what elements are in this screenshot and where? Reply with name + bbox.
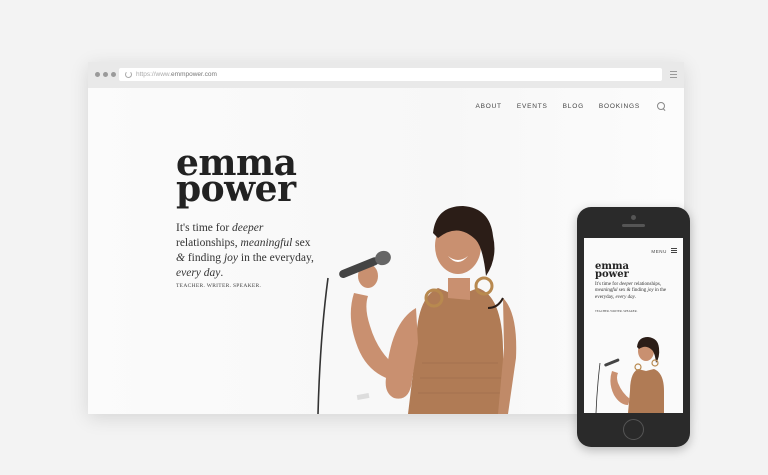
mobile-menu-button[interactable]: MENU xyxy=(651,248,677,255)
nav-blog[interactable]: BLOG xyxy=(563,103,584,110)
mobile-logo-line-2: power xyxy=(595,268,629,280)
mobile-roles: TEACHER. WRITER. SPEAKER. xyxy=(595,309,638,313)
camera-icon xyxy=(631,215,636,220)
hamburger-icon xyxy=(671,248,677,255)
speaker-photo xyxy=(317,206,517,414)
hero-roles: TEACHER. WRITER. SPEAKER. xyxy=(176,283,262,289)
nav-bookings[interactable]: BOOKINGS xyxy=(599,103,640,110)
menu-lines-icon[interactable] xyxy=(670,71,677,79)
url-text: https://www.emmpower.com xyxy=(136,71,217,78)
search-icon[interactable] xyxy=(657,102,666,111)
site-logo[interactable]: emma power xyxy=(176,145,297,210)
phone-speaker xyxy=(622,224,645,227)
mobile-tagline: It's time for deeper relationships, mean… xyxy=(595,282,667,300)
reload-icon[interactable] xyxy=(125,71,132,78)
nav-about[interactable]: ABOUT xyxy=(475,103,501,110)
mobile-phone-mockup: MENU emma power It's time for deeper rel… xyxy=(577,207,690,447)
home-button-icon[interactable] xyxy=(623,419,644,440)
logo-line-2: power xyxy=(176,168,296,210)
mobile-menu-label: MENU xyxy=(651,248,667,254)
address-bar[interactable]: https://www.emmpower.com xyxy=(119,68,662,81)
browser-dots-icon xyxy=(95,72,116,77)
mobile-speaker-photo xyxy=(595,337,664,413)
nav-events[interactable]: EVENTS xyxy=(517,103,548,110)
main-nav: ABOUT EVENTS BLOG BOOKINGS xyxy=(475,102,666,111)
mobile-logo[interactable]: emma power xyxy=(595,262,629,280)
mobile-screen: MENU emma power It's time for deeper rel… xyxy=(584,238,683,413)
browser-chrome: https://www.emmpower.com xyxy=(88,62,684,88)
hero-tagline: It's time for deeper relationships, mean… xyxy=(176,222,314,279)
